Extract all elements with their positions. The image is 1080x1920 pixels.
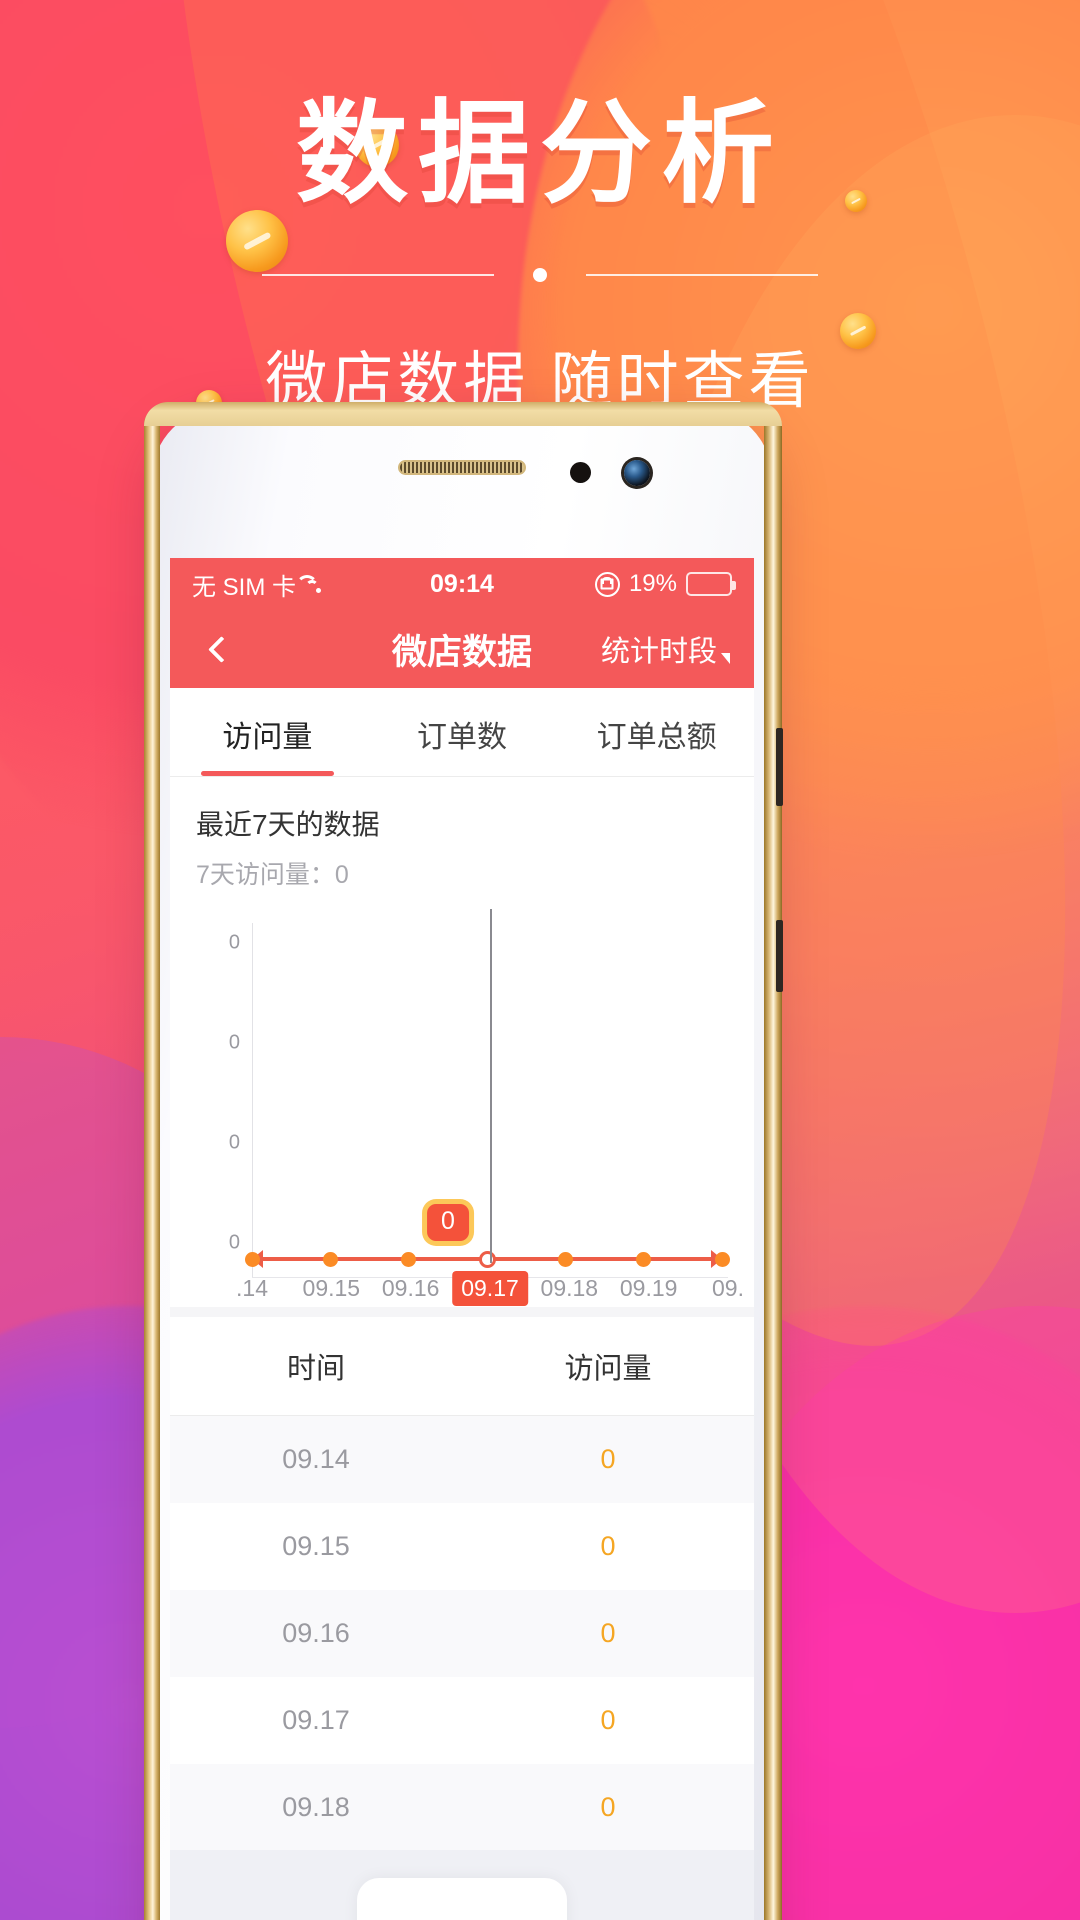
chart-y-tick: 0	[228, 1131, 240, 1154]
phone-screen: 无 SIM 卡 09:14 19% 微店数据 统计时段 访问量 订单数 订单总额	[170, 558, 754, 1920]
volume-up-button[interactable]	[776, 728, 783, 806]
divider-line-right	[586, 274, 818, 277]
table-cell-value: 0	[600, 1444, 616, 1474]
rotation-lock-icon	[594, 571, 620, 597]
line-chart[interactable]: 0 0 0 0 0.14 09.15 09.16 09.17 09.18 09.19 09.	[196, 909, 744, 1307]
chart-series	[244, 1250, 730, 1268]
nav-bar: 微店数据 统计时段	[170, 610, 754, 688]
chart-y-tick: 0	[228, 1031, 240, 1054]
caret-down-icon	[721, 653, 730, 664]
tab-order-count[interactable]: 订单数	[365, 688, 560, 776]
table-row[interactable]: 09.16 0	[170, 1590, 754, 1677]
chart-point[interactable]	[401, 1251, 417, 1267]
chart-x-tick[interactable]: 09.	[703, 1271, 753, 1306]
table-row[interactable]: 09.17 0	[170, 1677, 754, 1764]
table-body: 09.14 0 09.15 0 09.16 0 09.17 0 09.18 0	[170, 1416, 754, 1851]
table-cell-value: 0	[600, 1792, 616, 1822]
table-cell-date: 09.18	[282, 1792, 350, 1822]
proximity-sensor-icon	[570, 462, 591, 483]
front-camera-icon	[624, 460, 650, 486]
chart-y-tick: 0	[228, 931, 240, 954]
table-row[interactable]: 09.18 0	[170, 1764, 754, 1851]
tab-order-total[interactable]: 订单总额	[559, 688, 754, 776]
time-range-label: 统计时段	[600, 636, 717, 668]
carrier-label: 无 SIM 卡	[192, 573, 297, 601]
phone-bezel-left	[144, 408, 160, 1920]
battery-icon	[686, 572, 736, 596]
volume-down-button[interactable]	[776, 920, 783, 992]
table-cell-date: 09.14	[282, 1444, 350, 1474]
table-cell-value: 0	[600, 1531, 616, 1561]
chart-point[interactable]	[714, 1251, 730, 1267]
data-table: 时间 访问量 09.14 0 09.15 0 09.16 0 09.17 0 09.18 0	[170, 1317, 754, 1851]
status-bar-left: 无 SIM 卡	[192, 567, 330, 602]
chart-x-tick[interactable]: .14	[227, 1271, 277, 1306]
chart-y-tick: 0	[228, 1231, 240, 1254]
table-cell-value: 0	[600, 1705, 616, 1735]
chart-marker-line	[490, 909, 492, 1263]
status-bar: 无 SIM 卡 09:14 19%	[170, 558, 754, 610]
promo-title: 数据分析	[296, 91, 784, 216]
chart-x-tick[interactable]: 09.15	[294, 1271, 370, 1306]
chart-heading: 最近7天的数据	[196, 809, 380, 840]
promo-divider	[262, 264, 818, 286]
table-row[interactable]: 09.15 0	[170, 1503, 754, 1590]
table-cell-date: 09.17	[282, 1705, 350, 1735]
table-cell-date: 09.16	[282, 1618, 350, 1648]
chart-point-selected[interactable]	[478, 1250, 496, 1268]
divider-dot	[533, 268, 547, 283]
table-header-time: 时间	[286, 1353, 345, 1385]
chart-card: 最近7天的数据 7天访问量：0 0 0 0 0 0.14 09.15 09.16 09.17 0…	[170, 777, 754, 1317]
tab-bar: 访问量 订单数 订单总额	[170, 688, 754, 777]
chart-point[interactable]	[244, 1251, 260, 1267]
table-header-visits: 访问量	[564, 1353, 652, 1385]
chart-point[interactable]	[557, 1251, 573, 1267]
table-cell-value: 0	[600, 1618, 616, 1648]
wifi-icon	[296, 575, 330, 593]
table-header-row: 时间 访问量	[170, 1317, 754, 1416]
chart-summary: 7天访问量：0	[196, 861, 349, 889]
chart-point[interactable]	[636, 1251, 652, 1267]
home-button[interactable]	[357, 1878, 567, 1920]
divider-line-left	[262, 274, 494, 277]
tab-visits[interactable]: 访问量	[170, 688, 365, 776]
chart-x-tick[interactable]: 09.16	[373, 1271, 449, 1306]
phone-top-bezel	[144, 402, 782, 426]
chart-x-tick[interactable]: 09.17	[452, 1271, 528, 1306]
phone-mockup: 无 SIM 卡 09:14 19% 微店数据 统计时段 访问量 订单数 订单总额	[144, 402, 783, 1920]
chart-tooltip: 0	[427, 1204, 469, 1241]
chart-x-labels: .14 09.15 09.16 09.17 09.18 09.19 09.	[236, 1271, 744, 1317]
time-range-button[interactable]: 统计时段	[601, 628, 730, 670]
chart-x-tick[interactable]: 09.18	[532, 1271, 608, 1306]
promo-banner: 数据分析 微店数据 随时查看	[0, 91, 1080, 420]
battery-percent-label: 19%	[628, 570, 677, 597]
chart-y-axis	[252, 923, 253, 1277]
status-bar-right: 19%	[594, 570, 736, 598]
table-row[interactable]: 09.14 0	[170, 1416, 754, 1503]
table-cell-date: 09.15	[282, 1531, 350, 1561]
chart-x-tick[interactable]: 09.19	[611, 1271, 687, 1306]
earpiece-speaker-icon	[398, 460, 526, 475]
back-chevron-icon[interactable]	[194, 625, 242, 673]
phone-bezel-right	[764, 408, 782, 1920]
chart-point[interactable]	[322, 1251, 338, 1267]
